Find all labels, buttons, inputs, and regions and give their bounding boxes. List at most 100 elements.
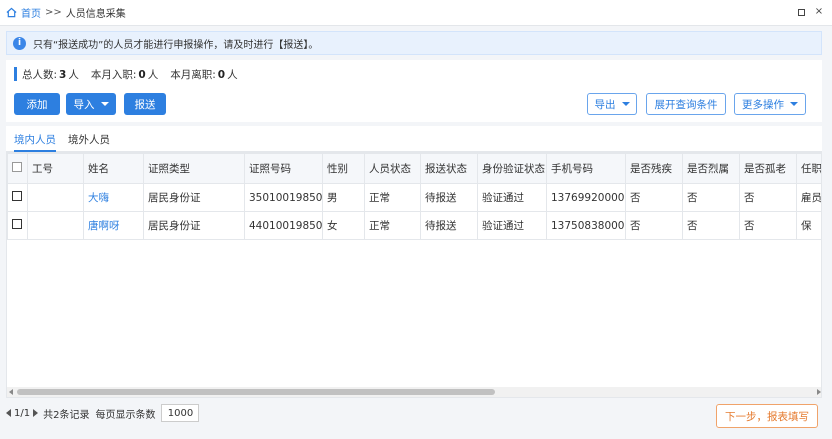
restore-button[interactable]: [796, 7, 806, 17]
stat-joined-unit: 人: [147, 68, 159, 81]
column-header[interactable]: 证照类型: [143, 153, 245, 184]
close-icon: ×: [814, 6, 824, 17]
personnel-table: 工号 姓名 证照类型 证照号码 性别 人员状态 报送状态 身份验证状态 手机号码…: [6, 152, 822, 398]
column-header[interactable]: 报送状态: [420, 153, 478, 184]
record-count: 共2条记录: [43, 409, 90, 421]
column-header[interactable]: 工号: [27, 153, 84, 184]
chevron-down-icon: [100, 102, 109, 106]
submit-button-label: 报送: [134, 98, 156, 111]
table-row[interactable]: 唐啊呀 居民身份证 44010019850... 女 正常 待报送 验证通过 1…: [7, 211, 821, 240]
cell-phone: 13750838000: [546, 211, 626, 240]
expand-query-button[interactable]: 展开查询条件: [646, 93, 726, 115]
cell-status: 正常: [364, 211, 421, 240]
breadcrumb-separator: >>: [45, 7, 62, 18]
notice-text: 只有“报送成功”的人员才能进行申报操作，请及时进行【报送】。: [33, 39, 319, 51]
stat-joined-value: 0: [138, 68, 146, 81]
scrollbar-thumb[interactable]: [17, 389, 495, 395]
column-header[interactable]: 性别: [322, 153, 365, 184]
cell-verify-status: 验证通过: [477, 183, 547, 212]
cell-id-number: 44010019850...: [244, 211, 323, 240]
column-header[interactable]: 是否残疾: [625, 153, 683, 184]
add-button[interactable]: 添加: [14, 93, 60, 115]
more-actions-dropdown-button[interactable]: 更多操作: [734, 93, 806, 115]
window-controls: ×: [796, 7, 824, 17]
cell-elderly: 否: [739, 183, 797, 212]
cell-submit-status: 待报送: [420, 211, 478, 240]
home-icon[interactable]: [6, 7, 17, 18]
cell-elderly: 否: [739, 211, 797, 240]
tab-domestic[interactable]: 境内人员: [14, 132, 56, 152]
scroll-left-icon[interactable]: [9, 389, 13, 395]
scroll-right-icon[interactable]: [817, 389, 821, 395]
horizontal-scrollbar[interactable]: [7, 387, 821, 397]
cell-gender: 女: [322, 211, 365, 240]
stat-left-unit: 人: [227, 68, 238, 81]
cell-id: [27, 183, 84, 212]
cell-name[interactable]: 唐啊呀: [83, 211, 144, 240]
tab-bar: 境内人员 境外人员: [6, 126, 822, 152]
column-header[interactable]: 姓名: [83, 153, 144, 184]
column-header[interactable]: 是否烈属: [682, 153, 740, 184]
column-header[interactable]: 证照号码: [244, 153, 323, 184]
breadcrumb-home-link[interactable]: 首页: [21, 5, 41, 20]
column-header[interactable]: 任职: [796, 153, 821, 184]
restore-icon: [797, 8, 805, 16]
cell-id-type: 居民身份证: [143, 211, 245, 240]
column-header[interactable]: 人员状态: [364, 153, 421, 184]
stat-joined: 本月入职: 0 人: [91, 67, 158, 82]
close-button[interactable]: ×: [814, 7, 824, 17]
page-indicator: 1/1: [14, 407, 31, 419]
cell-submit-status: 待报送: [420, 183, 478, 212]
column-header[interactable]: 身份验证状态: [477, 153, 547, 184]
cell-id: [27, 211, 84, 240]
stat-left: 本月离职: 0 人: [170, 67, 237, 82]
stat-joined-label: 本月入职:: [90, 68, 137, 81]
cell-employ: 保: [796, 211, 821, 240]
chevron-down-icon: [790, 102, 798, 106]
summary-panel: 总人数: 3 人 本月入职: 0 人 本月离职: 0 人 添加 导入 报送 导出 展开查询条…: [6, 60, 822, 122]
import-dropdown-button[interactable]: 导入: [66, 93, 116, 115]
cell-id-type: 居民身份证: [143, 183, 245, 212]
row-select-cell: [7, 211, 28, 240]
info-notice: i 只有“报送成功”的人员才能进行申报操作，请及时进行【报送】。: [6, 31, 822, 55]
stats-bar: 总人数: 3 人 本月入职: 0 人 本月离职: 0 人: [14, 67, 250, 81]
cell-martyr: 否: [682, 211, 740, 240]
column-header[interactable]: 手机号码: [546, 153, 626, 184]
export-dropdown-button[interactable]: 导出: [587, 93, 637, 115]
info-icon: i: [13, 36, 26, 50]
title-bar: 首页 >> 人员信息采集 ×: [0, 0, 832, 26]
cell-phone: 13769920000: [546, 183, 626, 212]
next-step-label: 下一步，报表填写: [725, 410, 809, 423]
stat-total-value: 3: [59, 68, 67, 81]
next-step-button[interactable]: 下一步，报表填写: [716, 404, 818, 428]
tab-overseas[interactable]: 境外人员: [68, 132, 110, 152]
stat-total-label: 总人数:: [22, 68, 58, 81]
cell-verify-status: 验证通过: [477, 211, 547, 240]
export-button-label: 导出: [594, 98, 616, 111]
row-checkbox[interactable]: [12, 219, 22, 229]
next-page-icon[interactable]: [33, 409, 39, 417]
cell-gender: 男: [322, 183, 365, 212]
column-header[interactable]: 是否孤老: [739, 153, 797, 184]
submit-button[interactable]: 报送: [124, 93, 166, 115]
import-button-label: 导入: [73, 98, 95, 111]
pagination: 1/1 共2条记录 每页显示条数: [6, 402, 200, 424]
cell-disabled: 否: [625, 183, 683, 212]
row-checkbox[interactable]: [12, 191, 22, 201]
stat-left-label: 本月离职:: [170, 68, 216, 81]
more-actions-label: 更多操作: [742, 98, 784, 111]
chevron-down-icon: [621, 102, 630, 106]
select-all-checkbox[interactable]: [12, 162, 22, 172]
row-select-cell: [7, 183, 28, 212]
expand-query-label: 展开查询条件: [654, 98, 718, 111]
select-all-cell: [7, 153, 28, 184]
table-header-row: 工号 姓名 证照类型 证照号码 性别 人员状态 报送状态 身份验证状态 手机号码…: [7, 153, 821, 184]
cell-id-number: 35010019850...: [244, 183, 323, 212]
prev-page-icon[interactable]: [6, 409, 11, 417]
cell-name[interactable]: 大嗨: [83, 183, 144, 212]
cell-status: 正常: [364, 183, 421, 212]
table-row[interactable]: 大嗨 居民身份证 35010019850... 男 正常 待报送 验证通过 13…: [7, 183, 821, 212]
cell-employ: 雇员: [796, 183, 821, 212]
cell-disabled: 否: [625, 211, 683, 240]
per-page-input[interactable]: [161, 404, 200, 422]
